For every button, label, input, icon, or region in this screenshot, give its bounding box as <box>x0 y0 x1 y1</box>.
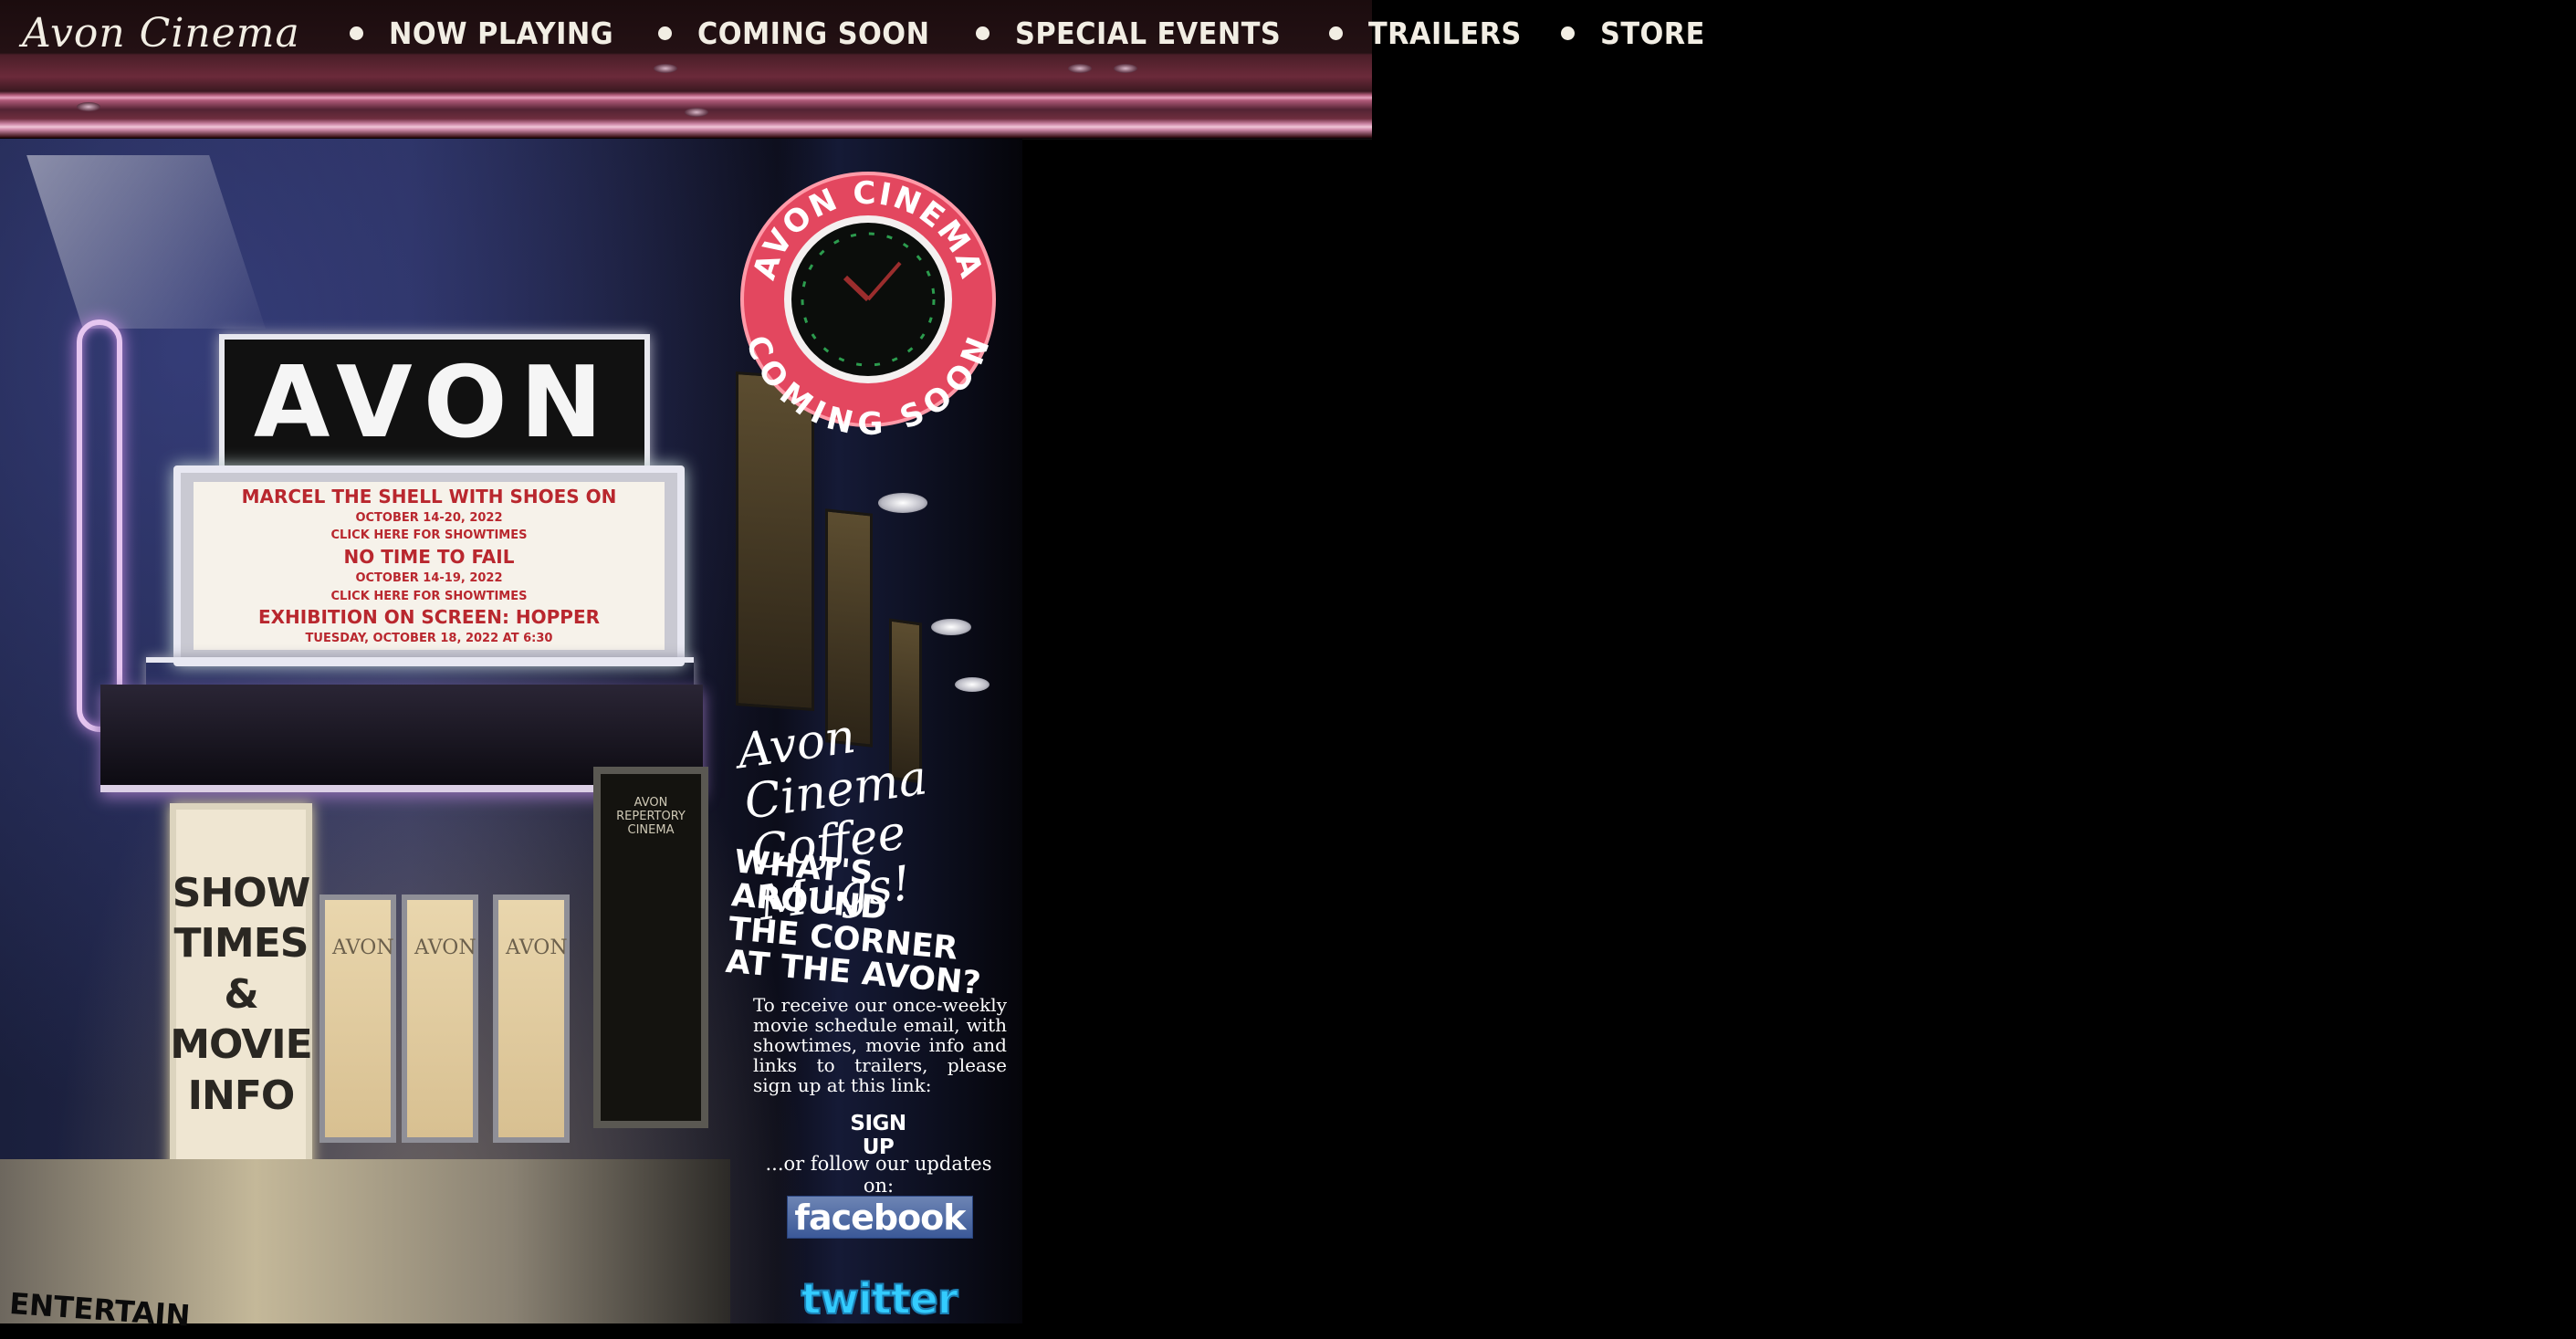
ceiling-light <box>878 493 927 513</box>
entrance-door: AVON <box>493 894 570 1143</box>
marquee-line: MARCEL THE SHELL WITH SHOES ON <box>241 486 617 507</box>
nav-separator <box>1560 26 1575 40</box>
marquee-bulb <box>1114 64 1137 73</box>
showtimes-sign-word: & <box>224 970 258 1018</box>
nav-item-special-events[interactable]: SPECIAL EVENTS <box>1015 16 1281 51</box>
marquee-letterboard: MARCEL THE SHELL WITH SHOES ON OCTOBER 1… <box>194 482 665 650</box>
marquee-line: OCTOBER 14-20, 2022 <box>355 510 503 525</box>
marquee-line: TUESDAY, OCTOBER 18, 2022 AT 6:30 <box>305 631 553 645</box>
nav-item-now-playing[interactable]: NOW PLAYING <box>389 16 613 51</box>
facebook-link[interactable]: facebook <box>787 1196 973 1239</box>
avon-sign-text: AVON <box>253 345 616 460</box>
facebook-logo-text: facebook <box>794 1197 966 1238</box>
showtimes-sign-word: SHOW <box>172 869 310 916</box>
nav-separator <box>658 26 673 40</box>
door-label: AVON <box>506 936 568 959</box>
twitter-logo-text: twitter <box>800 1273 958 1324</box>
neon-clock-graphic: AVON CINEMA COMING SOON <box>738 172 996 443</box>
avon-sign: AVON <box>219 334 650 471</box>
door-label: AVON <box>414 936 476 959</box>
marquee-bulb <box>685 108 708 117</box>
follow-text: ...or follow our updates on: <box>765 1153 992 1197</box>
twitter-link[interactable]: twitter <box>787 1273 971 1324</box>
sign-up-link[interactable]: SIGN UP <box>832 1112 924 1159</box>
main-nav: Avon Cinema NOW PLAYING COMING SOON SPEC… <box>22 4 1704 62</box>
header-banner: Avon Cinema NOW PLAYING COMING SOON SPEC… <box>0 0 1704 140</box>
newsletter-description: To receive our once-weekly movie schedul… <box>753 994 1007 1096</box>
door-label: AVON <box>332 936 394 959</box>
marquee-line: NO TIME TO FAIL <box>343 546 515 569</box>
showtimes-link[interactable]: CLICK HERE FOR SHOWTIMES <box>331 591 528 602</box>
nav-separator <box>975 26 990 40</box>
marquee-line: EXHIBITION ON SCREEN: HOPPER <box>257 606 601 629</box>
ceiling-light <box>955 677 990 692</box>
marquee-bulb <box>77 102 100 111</box>
neon-frame <box>77 319 122 732</box>
nav-separator <box>349 26 363 40</box>
marquee-bulb <box>654 64 677 73</box>
whats-around-heading: WHAT'S AROUND THE CORNER AT THE AVON? <box>724 843 1027 1002</box>
entrance-door: AVON <box>319 894 396 1143</box>
brand-logo-link[interactable]: Avon Cinema <box>22 10 300 57</box>
nav-item-coming-soon[interactable]: COMING SOON <box>697 16 929 51</box>
showtimes-sign-word: INFO <box>187 1072 296 1119</box>
marquee-bulb <box>1068 64 1092 73</box>
ceiling-light <box>931 619 971 635</box>
nav-separator <box>1329 26 1344 40</box>
nav-item-store[interactable]: STORE <box>1600 16 1705 51</box>
showtimes-link[interactable]: CLICK HERE FOR SHOWTIMES <box>331 529 528 541</box>
marquee-line: OCTOBER 14-19, 2022 <box>355 570 503 585</box>
coming-soon-clock-link[interactable]: AVON CINEMA COMING SOON <box>738 162 997 443</box>
showtimes-movie-info-link[interactable]: SHOW TIMES & MOVIE INFO <box>170 803 313 1186</box>
showtimes-sign-word: MOVIE <box>170 1021 312 1069</box>
poster-case: AVON REPERTORY CINEMA <box>593 767 708 1128</box>
marquee-board[interactable]: MARCEL THE SHELL WITH SHOES ON OCTOBER 1… <box>173 466 685 666</box>
showtimes-sign-word: TIMES <box>173 920 309 968</box>
nav-item-trailers[interactable]: TRAILERS <box>1368 16 1522 51</box>
poster-case-label: AVON REPERTORY CINEMA <box>616 796 686 837</box>
entrance-door: AVON <box>402 894 478 1143</box>
